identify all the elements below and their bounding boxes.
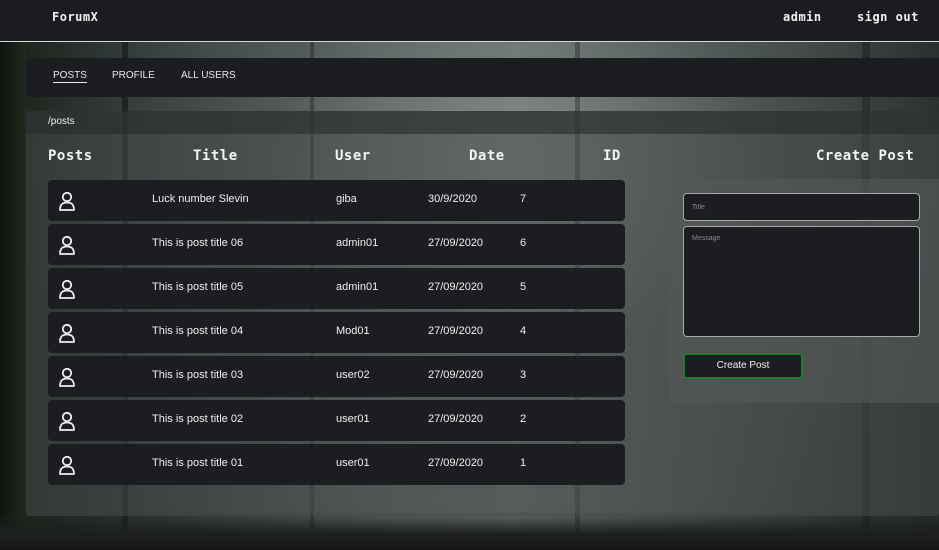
post-id: 4 [520, 325, 527, 337]
post-message-input[interactable] [683, 226, 920, 337]
post-row[interactable]: This is post title 04 Mod01 27/09/2020 4 [48, 312, 625, 353]
post-date: 27/09/2020 [428, 325, 484, 337]
post-title[interactable]: This is post title 02 [152, 413, 243, 425]
user-icon [58, 279, 76, 299]
post-date: 27/09/2020 [428, 457, 484, 469]
column-header-user: User [335, 148, 371, 164]
breadcrumb-bar: /posts [26, 111, 939, 134]
post-row[interactable]: This is post title 03 user02 27/09/2020 3 [48, 356, 625, 397]
nav-all-users[interactable]: ALL USERS [181, 70, 236, 81]
post-author: giba [336, 193, 357, 205]
post-row[interactable]: This is post title 06 admin01 27/09/2020 6 [48, 224, 625, 265]
post-row[interactable]: This is post title 01 user01 27/09/2020 1 [48, 444, 625, 485]
background-ground [0, 510, 939, 550]
column-header-date: Date [469, 148, 505, 164]
post-title[interactable]: This is post title 05 [152, 281, 243, 293]
column-header-title: Title [193, 148, 238, 164]
post-author: user01 [336, 413, 370, 425]
brand-logo[interactable]: ForumX [52, 10, 98, 24]
user-icon [58, 235, 76, 255]
post-id: 5 [520, 281, 527, 293]
post-row[interactable]: Luck number Slevin giba 30/9/2020 7 [48, 180, 625, 221]
user-icon [58, 367, 76, 387]
post-date: 27/09/2020 [428, 413, 484, 425]
post-title[interactable]: This is post title 06 [152, 237, 243, 249]
create-post-heading: Create Post [816, 148, 915, 164]
sign-out-link[interactable]: sign out [857, 10, 919, 24]
user-icon [58, 455, 76, 475]
post-id: 6 [520, 237, 527, 249]
post-title[interactable]: This is post title 01 [152, 457, 243, 469]
post-date: 27/09/2020 [428, 281, 484, 293]
post-id: 7 [520, 193, 527, 205]
current-user-link[interactable]: admin [783, 10, 822, 24]
post-date: 27/09/2020 [428, 369, 484, 381]
background-tree [0, 40, 26, 550]
post-row[interactable]: This is post title 05 admin01 27/09/2020 5 [48, 268, 625, 309]
posts-heading: Posts [48, 148, 93, 164]
post-id: 2 [520, 413, 527, 425]
user-icon [58, 323, 76, 343]
post-id: 1 [520, 457, 527, 469]
create-post-button[interactable]: Create Post [683, 353, 803, 379]
top-bar: ForumX admin sign out [0, 0, 939, 42]
post-title[interactable]: This is post title 03 [152, 369, 243, 381]
post-author: user02 [336, 369, 370, 381]
nav-profile[interactable]: PROFILE [112, 70, 155, 81]
post-author: admin01 [336, 237, 379, 249]
main-nav: POSTS PROFILE ALL USERS [26, 58, 939, 97]
post-title[interactable]: Luck number Slevin [152, 193, 249, 205]
post-row[interactable]: This is post title 02 user01 27/09/2020 2 [48, 400, 625, 441]
post-title-input[interactable] [683, 193, 920, 221]
post-date: 30/9/2020 [428, 193, 477, 205]
post-author: Mod01 [336, 325, 370, 337]
post-title[interactable]: This is post title 04 [152, 325, 243, 337]
user-icon [58, 411, 76, 431]
user-icon [58, 191, 76, 211]
breadcrumb: /posts [48, 116, 75, 127]
column-header-id: ID [603, 148, 621, 164]
post-date: 27/09/2020 [428, 237, 484, 249]
nav-posts[interactable]: POSTS [53, 70, 87, 83]
post-author: admin01 [336, 281, 379, 293]
post-author: user01 [336, 457, 370, 469]
post-id: 3 [520, 369, 527, 381]
